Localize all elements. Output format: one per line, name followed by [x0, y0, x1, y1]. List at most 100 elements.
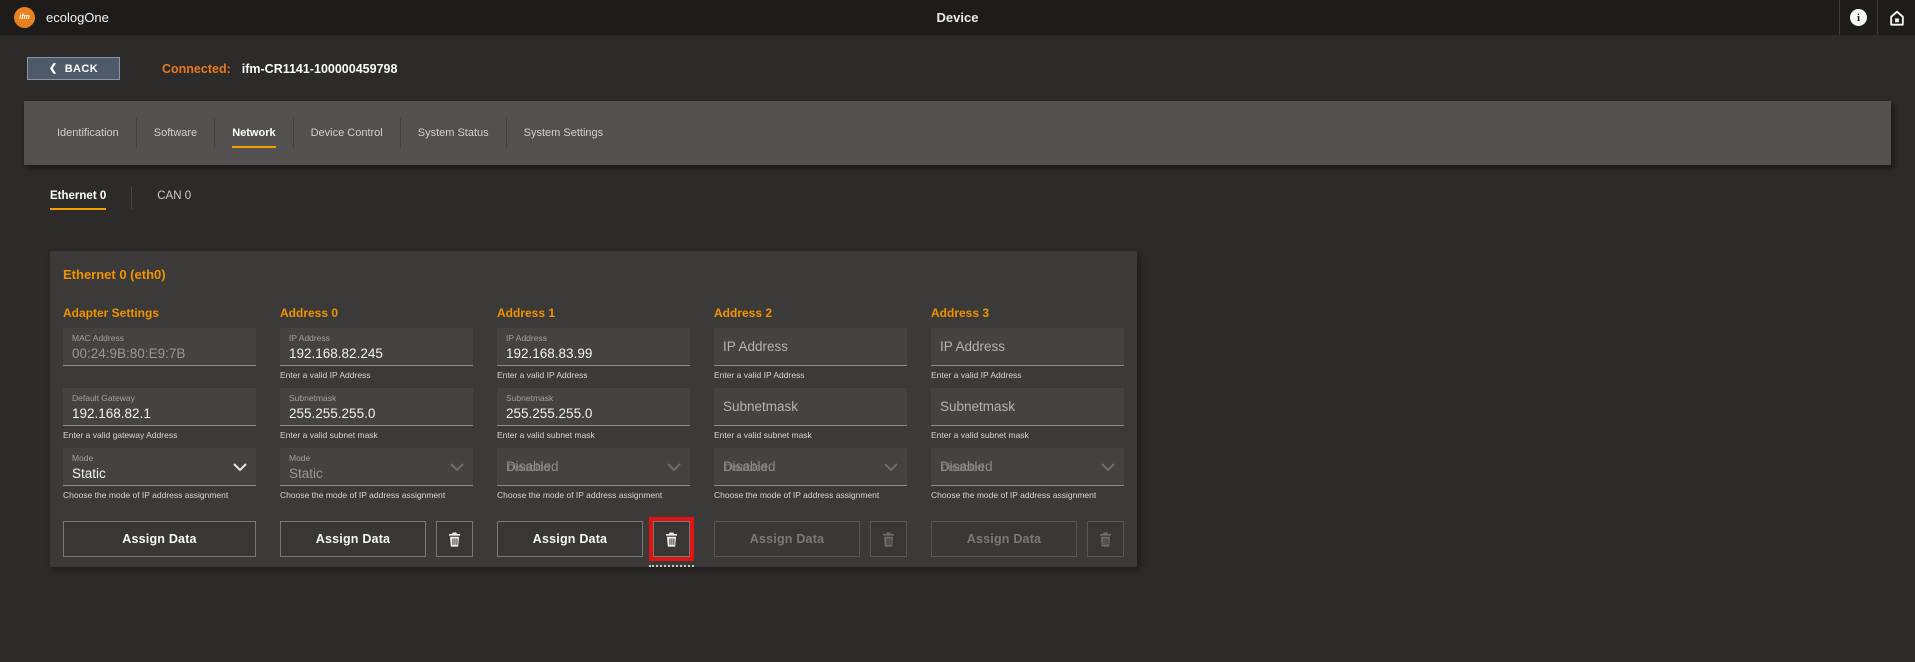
mode-field: Mode Static Choose the mode of IP addres… [63, 448, 256, 508]
ip-address-input[interactable]: IP Address 192.168.82.245 [280, 328, 473, 366]
mode-select: Disabled Disabled [931, 448, 1124, 486]
helper-text: Enter a valid subnet mask [497, 430, 690, 440]
back-label: BACK [65, 63, 98, 75]
helper-text: Enter a valid IP Address [280, 370, 473, 380]
helper-text: Choose the mode of IP address assignment [714, 490, 907, 500]
actions-row: Assign Data [280, 521, 473, 557]
main-tab-bar: Identification Software Network Device C… [24, 101, 1891, 165]
assign-data-button[interactable]: Assign Data [280, 521, 426, 557]
helper-text: Choose the mode of IP address assignment [931, 490, 1124, 500]
helper-text: Choose the mode of IP address assignment [280, 490, 473, 500]
column-adapter-settings: Adapter Settings MAC Address 00:24:9B:80… [63, 306, 256, 557]
mode-select: Mode Static [280, 448, 473, 486]
column-header: Address 2 [714, 306, 907, 319]
trash-icon [446, 531, 463, 548]
ip-address-field: IP Address 192.168.83.99 Enter a valid I… [497, 328, 690, 388]
delete-button-disabled [870, 521, 907, 557]
tab-system-settings[interactable]: System Settings [507, 101, 620, 165]
delete-button[interactable] [436, 521, 473, 557]
delete-button-highlighted[interactable] [653, 521, 690, 557]
subnetmask-field: Subnetmask 255.255.255.0 Enter a valid s… [280, 388, 473, 448]
mode-field: Disabled Disabled Choose the mode of IP … [714, 448, 907, 508]
chevron-down-icon [233, 463, 247, 471]
helper-text: Enter a valid IP Address [714, 370, 907, 380]
tab-identification[interactable]: Identification [40, 101, 136, 165]
actions-row: Assign Data [931, 521, 1124, 557]
home-icon [1887, 8, 1907, 28]
helper-text: Enter a valid subnet mask [280, 430, 473, 440]
actions-row: Assign Data [497, 521, 690, 557]
subnetmask-field: Subnetmask 255.255.255.0 Enter a valid s… [497, 388, 690, 448]
subnetmask-input[interactable]: Subnetmask 255.255.255.0 [497, 388, 690, 426]
chevron-down-icon [884, 463, 898, 471]
ip-address-field: IP Address Enter a valid IP Address [931, 328, 1124, 388]
trash-icon [1097, 531, 1114, 548]
mode-select: Disabled Disabled [497, 448, 690, 486]
mac-address-field: MAC Address 00:24:9B:80:E9:7B [63, 328, 256, 388]
column-header: Address 3 [931, 306, 1124, 319]
ip-address-input[interactable]: IP Address [714, 328, 907, 366]
card-columns: Adapter Settings MAC Address 00:24:9B:80… [63, 306, 1124, 557]
trash-icon [663, 531, 680, 548]
tab-software[interactable]: Software [137, 101, 214, 165]
actions-row: Assign Data [63, 521, 256, 557]
interface-sub-tabs: Ethernet 0 CAN 0 [50, 187, 1915, 213]
back-button[interactable]: ❮ BACK [27, 57, 120, 80]
column-address-1: Address 1 IP Address 192.168.83.99 Enter… [497, 306, 690, 557]
connected-label: Connected: [162, 62, 231, 76]
subnetmask-input[interactable]: Subnetmask 255.255.255.0 [280, 388, 473, 426]
chevron-down-icon [450, 463, 464, 471]
tab-network[interactable]: Network [215, 101, 292, 165]
ip-address-field: IP Address 192.168.82.245 Enter a valid … [280, 328, 473, 388]
helper-text: Enter a valid subnet mask [714, 430, 907, 440]
mode-select: Disabled Disabled [714, 448, 907, 486]
app-name: ecologOne [46, 10, 109, 25]
assign-data-button-disabled: Assign Data [714, 521, 860, 557]
sub-header: ❮ BACK Connected: ifm-CR1141-10000045979… [27, 57, 1915, 80]
page-title: Device [0, 10, 1915, 25]
mac-address-input: MAC Address 00:24:9B:80:E9:7B [63, 328, 256, 366]
info-icon: i [1850, 9, 1867, 26]
subnetmask-field: Subnetmask Enter a valid subnet mask [931, 388, 1124, 448]
ip-address-field: IP Address Enter a valid IP Address [714, 328, 907, 388]
subtab-can0[interactable]: CAN 0 [132, 190, 216, 210]
delete-button-disabled [1087, 521, 1124, 557]
ethernet0-card: Ethernet 0 (eth0) Adapter Settings MAC A… [50, 251, 1137, 567]
connected-device-name: ifm-CR1141-100000459798 [242, 62, 398, 76]
tab-system-status[interactable]: System Status [401, 101, 506, 165]
mode-field: Disabled Disabled Choose the mode of IP … [931, 448, 1124, 508]
helper-text: Choose the mode of IP address assignment [63, 490, 256, 500]
helper-text: Enter a valid subnet mask [931, 430, 1124, 440]
assign-data-button[interactable]: Assign Data [63, 521, 256, 557]
top-bar: ifm ecologOne Device i [0, 0, 1915, 35]
default-gateway-input[interactable]: Default Gateway 192.168.82.1 [63, 388, 256, 426]
column-address-0: Address 0 IP Address 192.168.82.245 Ente… [280, 306, 473, 557]
actions-row: Assign Data [714, 521, 907, 557]
ifm-logo-icon: ifm [14, 7, 35, 28]
ip-address-input[interactable]: IP Address 192.168.83.99 [497, 328, 690, 366]
chevron-down-icon [1101, 463, 1115, 471]
helper-text: Choose the mode of IP address assignment [497, 490, 690, 500]
chevron-left-icon: ❮ [49, 63, 58, 74]
home-button[interactable] [1877, 0, 1915, 35]
subnetmask-input[interactable]: Subnetmask [714, 388, 907, 426]
chevron-down-icon [667, 463, 681, 471]
subnetmask-input[interactable]: Subnetmask [931, 388, 1124, 426]
column-header: Adapter Settings [63, 306, 256, 319]
helper-text: Enter a valid IP Address [497, 370, 690, 380]
ip-address-input[interactable]: IP Address [931, 328, 1124, 366]
tab-device-control[interactable]: Device Control [294, 101, 400, 165]
helper-text: Enter a valid gateway Address [63, 430, 256, 440]
mode-field: Mode Static Choose the mode of IP addres… [280, 448, 473, 508]
assign-data-button[interactable]: Assign Data [497, 521, 643, 557]
card-title: Ethernet 0 (eth0) [63, 267, 1124, 282]
column-header: Address 0 [280, 306, 473, 319]
subtab-ethernet0[interactable]: Ethernet 0 [50, 190, 131, 210]
trash-icon [880, 531, 897, 548]
mode-field: Disabled Disabled Choose the mode of IP … [497, 448, 690, 508]
mode-select[interactable]: Mode Static [63, 448, 256, 486]
column-address-2: Address 2 IP Address Enter a valid IP Ad… [714, 306, 907, 557]
subnetmask-field: Subnetmask Enter a valid subnet mask [714, 388, 907, 448]
info-button[interactable]: i [1839, 0, 1877, 35]
column-header: Address 1 [497, 306, 690, 319]
